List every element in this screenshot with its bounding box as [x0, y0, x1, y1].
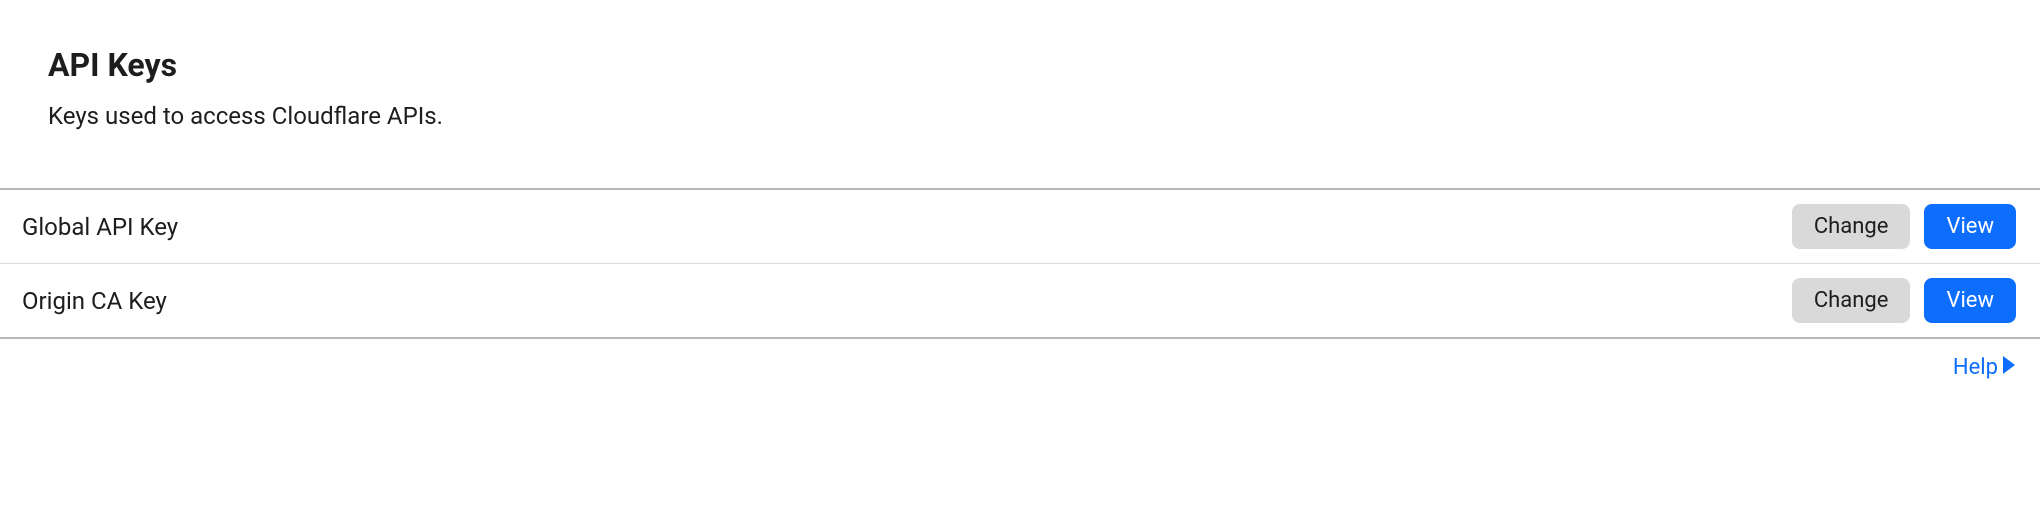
- api-key-actions: Change View: [1792, 204, 2016, 249]
- api-keys-list: Global API Key Change View Origin CA Key…: [0, 188, 2040, 339]
- help-row: Help: [0, 339, 2040, 380]
- section-subtitle: Keys used to access Cloudflare APIs.: [48, 102, 2040, 130]
- api-key-actions: Change View: [1792, 278, 2016, 323]
- api-key-row-origin-ca: Origin CA Key Change View: [0, 263, 2040, 337]
- help-link[interactable]: Help: [1953, 355, 2016, 380]
- api-key-row-global: Global API Key Change View: [0, 190, 2040, 263]
- section-title: API Keys: [48, 46, 2040, 84]
- change-button[interactable]: Change: [1792, 204, 1911, 249]
- api-key-name: Global API Key: [22, 213, 178, 241]
- help-label: Help: [1953, 355, 1998, 380]
- view-button[interactable]: View: [1924, 278, 2016, 323]
- api-keys-header: API Keys Keys used to access Cloudflare …: [0, 0, 2040, 130]
- caret-right-icon: [2002, 355, 2016, 380]
- view-button[interactable]: View: [1924, 204, 2016, 249]
- api-key-name: Origin CA Key: [22, 287, 167, 315]
- change-button[interactable]: Change: [1792, 278, 1911, 323]
